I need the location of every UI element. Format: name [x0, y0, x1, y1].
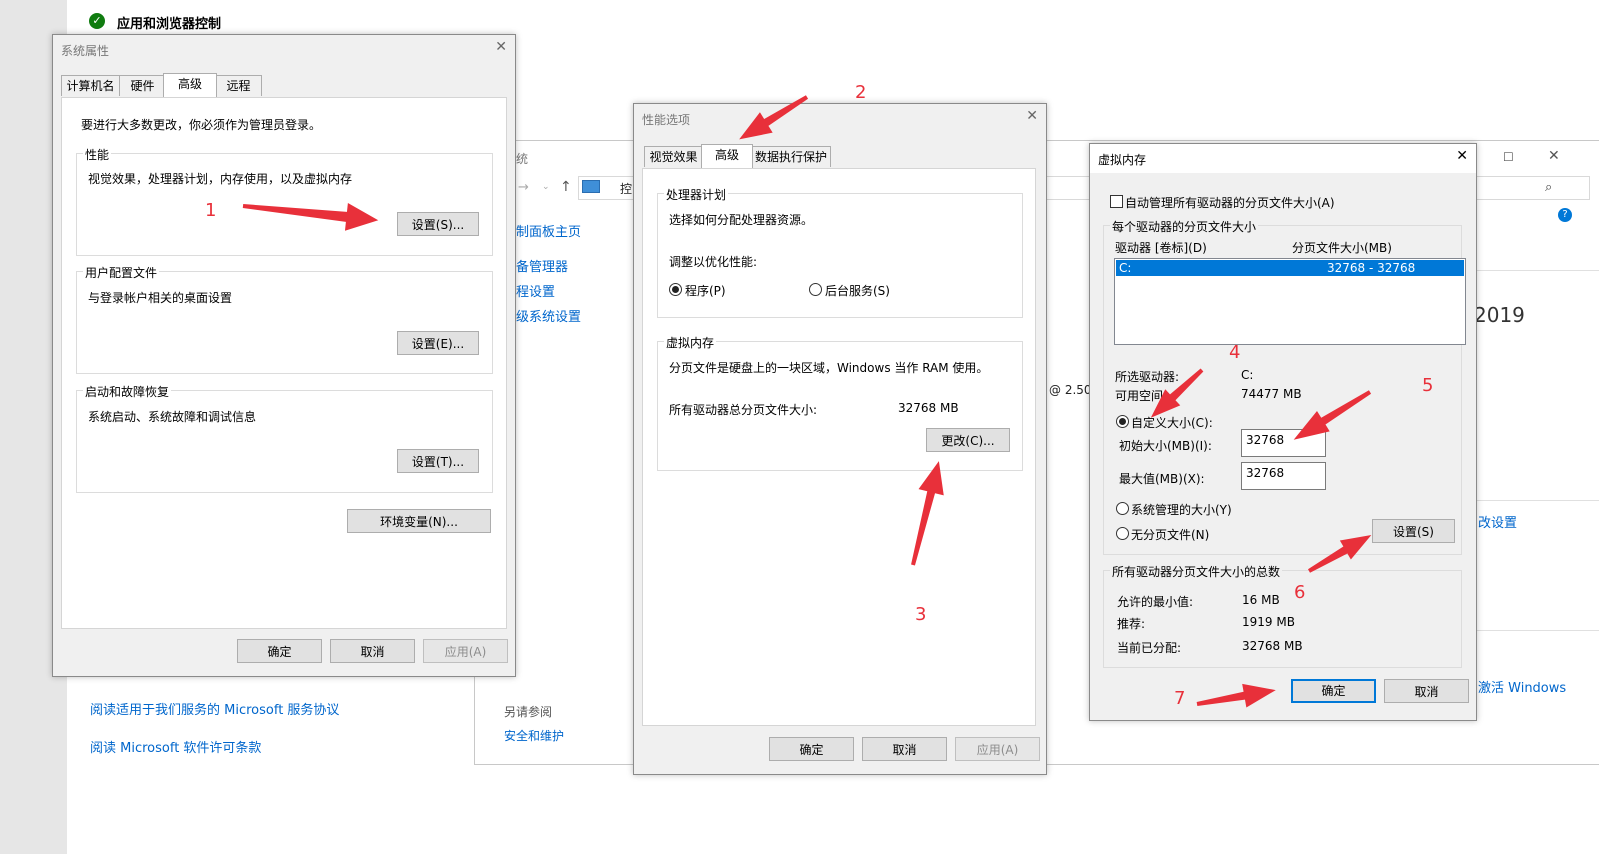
- annotation-arrow-2: [739, 95, 809, 140]
- annotation-2: 2: [855, 82, 867, 103]
- annotation-arrow-5: [1293, 390, 1372, 440]
- annotation-1: 1: [205, 200, 217, 221]
- annotation-arrow-1: [242, 202, 379, 231]
- annotation-arrow-4: [1150, 368, 1204, 418]
- annotation-arrow-6: [1308, 535, 1372, 573]
- annotation-arrow-7: [1196, 683, 1276, 708]
- tab-advanced[interactable]: 高级: [163, 73, 217, 97]
- annotation-arrow-3: [911, 461, 944, 566]
- tab-advanced[interactable]: 高级: [701, 144, 753, 168]
- annotation-5: 5: [1422, 375, 1434, 396]
- annotation-4: 4: [1229, 342, 1241, 363]
- annotation-3: 3: [915, 604, 927, 625]
- annotation-arrows: [242, 95, 1372, 708]
- annotation-7: 7: [1174, 688, 1186, 709]
- annotation-6: 6: [1294, 582, 1306, 603]
